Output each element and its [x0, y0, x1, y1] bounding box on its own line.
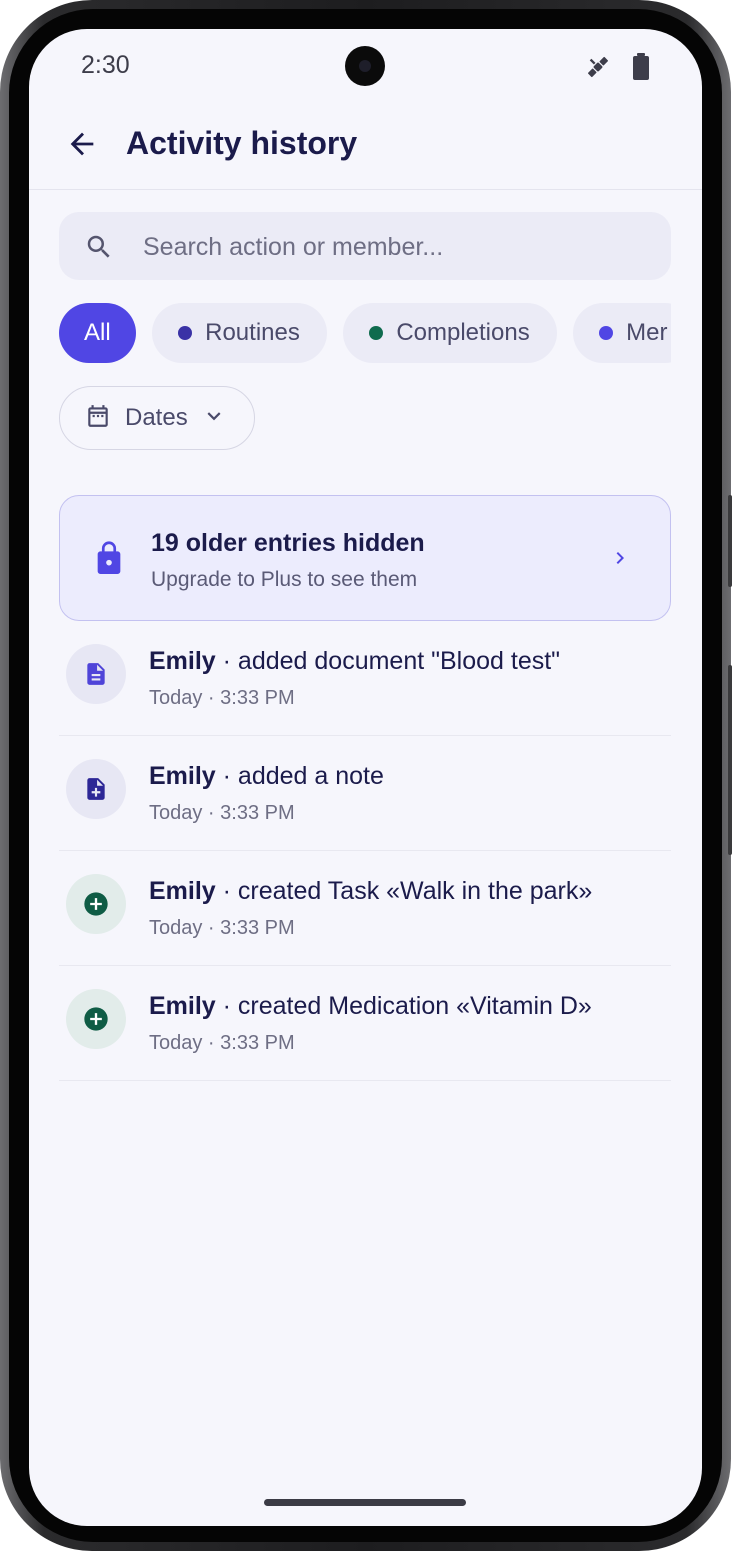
upgrade-title: 19 older entries hidden [151, 529, 425, 557]
page-title: Activity history [126, 125, 358, 161]
chip-label: All [84, 319, 111, 346]
chip-label: Completions [396, 319, 530, 346]
filter-chip-row: All Routines Completions Mer [59, 303, 671, 363]
dates-filter-button[interactable]: Dates [59, 386, 255, 450]
members-dot-icon [599, 326, 614, 340]
upgrade-banner[interactable]: 19 older entries hidden Upgrade to Plus … [59, 495, 671, 621]
phone-frame: 2:30 Activity history Search action or m… [0, 0, 732, 1551]
status-time: 2:30 [81, 51, 130, 79]
chevron-right-icon [608, 544, 632, 577]
routines-dot-icon [178, 326, 193, 340]
activity-text: Emily · added document "Blood test" [149, 647, 560, 676]
power-button [728, 495, 732, 587]
dates-label: Dates [125, 404, 188, 431]
add-circle-icon [66, 874, 126, 934]
document-icon [66, 644, 126, 704]
activity-row[interactable]: Emily · created Medication «Vitamin D» T… [59, 966, 671, 1081]
note-add-icon [66, 759, 126, 819]
activity-action: · created Medication «Vitamin D» [215, 992, 592, 1020]
screen: 2:30 Activity history Search action or m… [29, 29, 702, 1526]
chip-routines[interactable]: Routines [152, 303, 327, 363]
activity-member: Emily [149, 992, 216, 1020]
activity-time: Today · 3:33 PM [149, 687, 295, 709]
search-icon [84, 232, 114, 267]
satellite-icon [584, 53, 612, 86]
activity-action: · added document "Blood test" [215, 647, 561, 675]
activity-row[interactable]: Emily · added document "Blood test" Toda… [59, 621, 671, 736]
search-input[interactable] [141, 224, 645, 270]
add-circle-icon [66, 989, 126, 1049]
arrow-back-icon [65, 127, 99, 166]
calendar-icon [85, 403, 111, 434]
activity-row[interactable]: Emily · added a note Today · 3:33 PM [59, 736, 671, 851]
activity-list: Emily · added document "Blood test" Toda… [59, 621, 671, 1081]
activity-text: Emily · added a note [149, 762, 384, 791]
battery-icon [631, 53, 651, 86]
chip-label: Routines [205, 319, 300, 346]
status-bar: 2:30 [29, 29, 702, 109]
chip-label: Mer [626, 319, 668, 346]
activity-action: · created Task «Walk in the park» [215, 877, 593, 905]
home-indicator[interactable] [264, 1499, 466, 1506]
activity-row[interactable]: Emily · created Task «Walk in the park» … [59, 851, 671, 966]
activity-time: Today · 3:33 PM [149, 802, 295, 824]
search-bar[interactable] [59, 212, 671, 280]
activity-member: Emily [149, 877, 216, 905]
chip-members[interactable]: Mer [573, 303, 671, 363]
chip-completions[interactable]: Completions [343, 303, 557, 363]
activity-time: Today · 3:33 PM [149, 917, 295, 939]
app-bar: Activity history [29, 109, 702, 190]
activity-text: Emily · created Task «Walk in the park» [149, 877, 592, 906]
activity-member: Emily [149, 647, 216, 675]
lock-icon [92, 538, 126, 581]
activity-member: Emily [149, 762, 216, 790]
completions-dot-icon [369, 326, 384, 340]
upgrade-subtitle: Upgrade to Plus to see them [151, 568, 418, 591]
activity-time: Today · 3:33 PM [149, 1032, 295, 1054]
back-button[interactable] [57, 121, 107, 171]
activity-text: Emily · created Medication «Vitamin D» [149, 992, 592, 1021]
chevron-down-icon [201, 403, 227, 434]
volume-button [728, 665, 732, 855]
front-camera [345, 46, 385, 86]
chip-all[interactable]: All [59, 303, 136, 363]
activity-action: · added a note [215, 762, 384, 790]
